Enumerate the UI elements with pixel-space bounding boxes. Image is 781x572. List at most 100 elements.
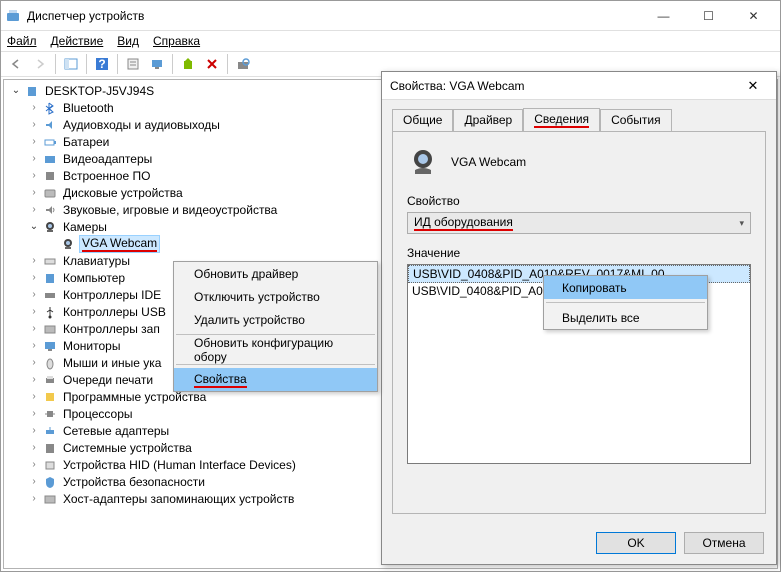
close-button[interactable]: ✕ (731, 2, 776, 30)
tab-bar: ОбщиеДрайверСведенияСобытия (382, 100, 776, 131)
tab[interactable]: Общие (392, 109, 453, 132)
back-button[interactable] (5, 53, 27, 75)
expand-icon[interactable]: › (26, 408, 42, 419)
expand-icon[interactable]: › (26, 425, 42, 436)
update-driver-button[interactable] (177, 53, 199, 75)
ctx-item[interactable]: Копировать (544, 276, 707, 299)
dialog-titlebar: Свойства: VGA Webcam ✕ (382, 72, 776, 100)
tree-item-label: Хост-адаптеры запоминающих устройств (61, 492, 296, 506)
menu-file[interactable]: Файл (7, 34, 37, 48)
device-name: VGA Webcam (451, 155, 526, 169)
dialog-title: Свойства: VGA Webcam (390, 79, 738, 93)
expand-icon[interactable]: › (26, 476, 42, 487)
titlebar: Диспетчер устройств — ☐ ✕ (1, 1, 780, 31)
expand-icon[interactable]: › (26, 136, 42, 147)
expand-icon[interactable]: › (26, 323, 42, 334)
expand-icon[interactable]: › (26, 204, 42, 215)
tree-item-label: Батареи (61, 135, 111, 149)
ctx-item[interactable]: Отключить устройство (174, 285, 377, 308)
expand-icon[interactable]: › (26, 340, 42, 351)
tree-item-label: Контроллеры IDE (61, 288, 163, 302)
tree-item-label: Устройства безопасности (61, 475, 207, 489)
expand-icon[interactable]: › (26, 493, 42, 504)
mouse-icon (42, 355, 58, 371)
expand-icon[interactable]: › (26, 289, 42, 300)
cpu-icon (42, 406, 58, 422)
expand-icon[interactable]: › (26, 187, 42, 198)
expand-icon[interactable]: › (26, 119, 42, 130)
expand-icon[interactable]: › (26, 255, 42, 266)
expand-icon[interactable]: › (26, 170, 42, 181)
chevron-down-icon: ▾ (739, 218, 744, 229)
monitor-icon[interactable] (146, 53, 168, 75)
tree-item-label: Дисковые устройства (61, 186, 185, 200)
property-combo[interactable]: ИД оборудования ▾ (407, 212, 751, 234)
expand-icon[interactable]: › (26, 357, 42, 368)
audio-icon (42, 117, 58, 133)
menu-help[interactable]: Справка (153, 34, 200, 48)
svg-text:?: ? (98, 57, 105, 71)
tree-item-label: Bluetooth (61, 101, 116, 115)
tree-root-label: DESKTOP-J5VJ94S (43, 84, 156, 98)
cancel-button[interactable]: Отмена (684, 532, 764, 554)
ctx-item[interactable]: Обновить драйвер (174, 262, 377, 285)
bt-icon (42, 100, 58, 116)
ctx-item[interactable]: Выделить все (544, 306, 707, 329)
help-button[interactable]: ? (91, 53, 113, 75)
tree-item-label: Контроллеры зап (61, 322, 162, 336)
net-icon (42, 423, 58, 439)
battery-icon (42, 134, 58, 150)
tree-item-label: Процессоры (61, 407, 135, 421)
ctx-item[interactable]: Удалить устройство (174, 308, 377, 331)
menu-action[interactable]: Действие (51, 34, 104, 48)
expand-icon[interactable]: › (26, 442, 42, 453)
computer-icon (24, 83, 40, 99)
show-hide-button[interactable] (60, 53, 82, 75)
ctx-item[interactable]: Обновить конфигурацию обору (174, 338, 377, 361)
expand-icon[interactable]: › (26, 272, 42, 283)
maximize-button[interactable]: ☐ (686, 2, 731, 30)
storage-icon (42, 321, 58, 337)
uninstall-button[interactable] (201, 53, 223, 75)
storhost-icon (42, 491, 58, 507)
tree-item-label: VGA Webcam (79, 235, 160, 253)
tab[interactable]: Сведения (523, 108, 600, 131)
ok-button[interactable]: OK (596, 532, 676, 554)
value-label: Значение (407, 246, 751, 260)
ctx-item[interactable]: Свойства (174, 368, 377, 391)
minimize-button[interactable]: — (641, 2, 686, 30)
expand-icon[interactable]: › (26, 459, 42, 470)
properties-button[interactable] (122, 53, 144, 75)
expand-icon[interactable]: › (26, 391, 42, 402)
camera-icon (42, 219, 58, 235)
expand-icon[interactable]: › (26, 153, 42, 164)
tree-item-label: Контроллеры USB (61, 305, 168, 319)
tree-item-label: Мыши и иные ука (61, 356, 163, 370)
tree-item-label: Очереди печати (61, 373, 155, 387)
tab[interactable]: Драйвер (453, 109, 523, 132)
collapse-icon[interactable]: ⌄ (26, 221, 42, 232)
printer-icon (42, 372, 58, 388)
scan-hardware-button[interactable] (232, 53, 254, 75)
pc-icon (42, 270, 58, 286)
forward-button[interactable] (29, 53, 51, 75)
expand-icon[interactable]: › (26, 374, 42, 385)
property-label: Свойство (407, 194, 751, 208)
ide-icon (42, 287, 58, 303)
device-context-menu: Обновить драйверОтключить устройствоУдал… (173, 261, 378, 392)
dialog-close-button[interactable]: ✕ (738, 78, 768, 94)
tab[interactable]: События (600, 109, 672, 132)
expand-icon[interactable]: › (26, 102, 42, 113)
tree-item-label: Мониторы (61, 339, 122, 353)
tree-item-label: Клавиатуры (61, 254, 132, 268)
expand-icon[interactable]: › (26, 306, 42, 317)
monitor-icon (42, 338, 58, 354)
keyboard-icon (42, 253, 58, 269)
sys-icon (42, 440, 58, 456)
soft-icon (42, 389, 58, 405)
collapse-icon[interactable]: ⌄ (8, 85, 24, 96)
menu-view[interactable]: Вид (117, 34, 139, 48)
tree-item-label: Видеоадаптеры (61, 152, 154, 166)
window-title: Диспетчер устройств (27, 9, 641, 23)
tree-item-label: Устройства HID (Human Interface Devices) (61, 458, 298, 472)
